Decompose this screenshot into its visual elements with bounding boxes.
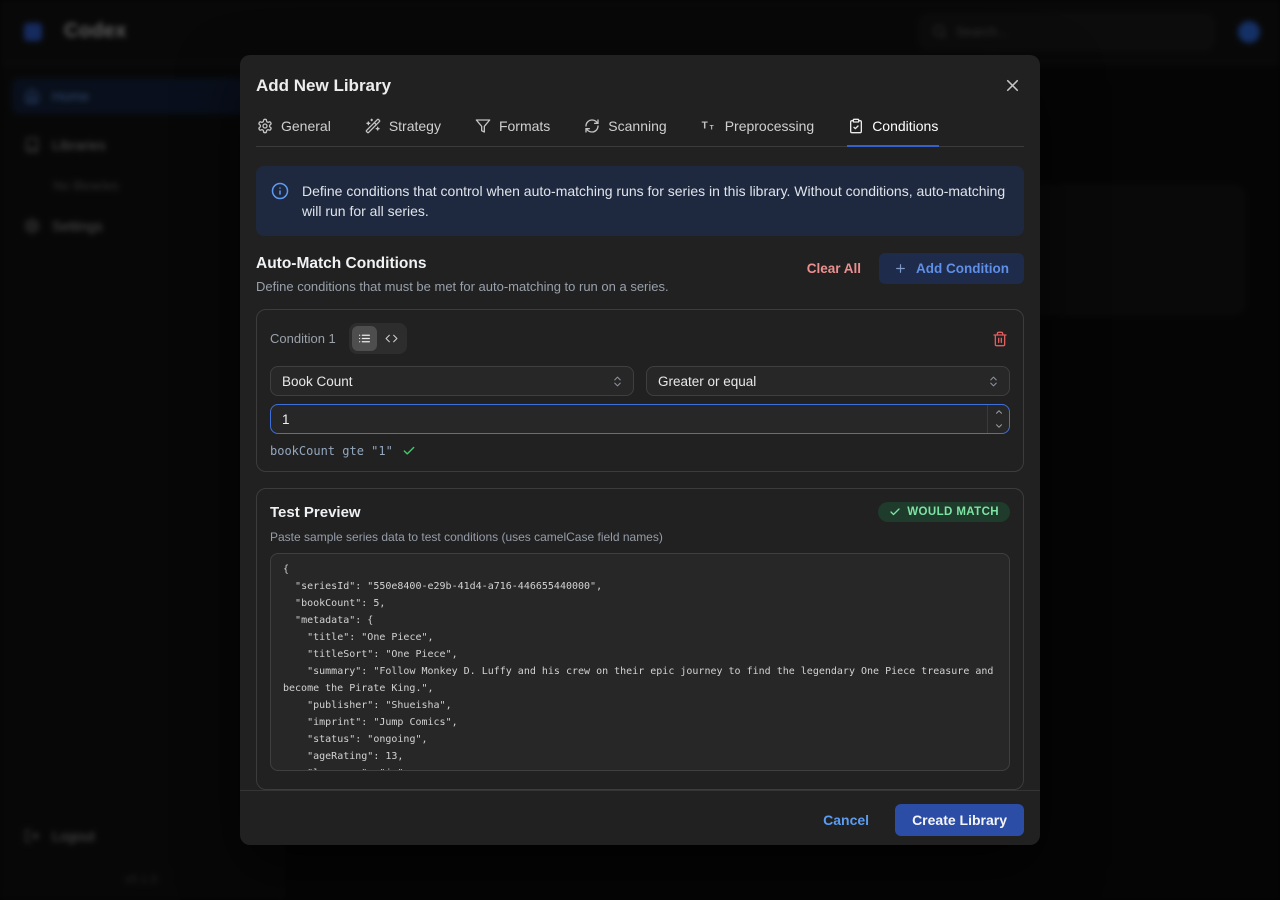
- tab-scanning[interactable]: Scanning: [583, 118, 667, 147]
- condition-expression: bookCount gte "1": [270, 444, 1010, 458]
- check-icon: [402, 444, 416, 458]
- modal-tabs: General Strategy Formats Scanning TT Pre…: [256, 118, 1024, 147]
- plus-icon: [894, 262, 907, 275]
- field-select-value: Book Count: [282, 374, 353, 389]
- test-preview-card: Test Preview WOULD MATCH Paste sample se…: [256, 488, 1024, 790]
- condition-mode-toggle: [349, 323, 407, 354]
- add-library-modal: Add New Library General Strategy Formats: [240, 55, 1040, 845]
- clear-all-button[interactable]: Clear All: [801, 253, 867, 284]
- funnel-icon: [475, 118, 491, 134]
- cancel-button[interactable]: Cancel: [809, 805, 883, 835]
- info-banner-text: Define conditions that control when auto…: [302, 181, 1008, 221]
- would-match-badge: WOULD MATCH: [878, 502, 1010, 522]
- list-icon: [358, 332, 371, 345]
- condition-value-input[interactable]: [271, 405, 987, 433]
- sample-json-textarea[interactable]: { "seriesId": "550e8400-e29b-41d4-a716-4…: [270, 553, 1010, 771]
- info-icon: [271, 181, 289, 221]
- info-banner: Define conditions that control when auto…: [256, 166, 1024, 236]
- conditions-section-subtitle: Define conditions that must be met for a…: [256, 279, 669, 294]
- expression-text: bookCount gte "1": [270, 444, 393, 458]
- tab-conditions[interactable]: Conditions: [847, 118, 939, 147]
- refresh-icon: [584, 118, 600, 134]
- operator-select[interactable]: Greater or equal: [646, 366, 1010, 396]
- chevron-down-icon: [994, 421, 1004, 431]
- operator-select-value: Greater or equal: [658, 374, 756, 389]
- builder-mode-button[interactable]: [352, 326, 377, 351]
- chevrons-up-down-icon: [611, 375, 624, 388]
- tab-label: Strategy: [389, 118, 441, 134]
- condition-card: Condition 1: [256, 309, 1024, 472]
- chevrons-up-down-icon: [987, 375, 1000, 388]
- tab-strategy[interactable]: Strategy: [364, 118, 442, 147]
- tab-general[interactable]: General: [256, 118, 332, 147]
- gear-icon: [257, 118, 273, 134]
- tab-label: Formats: [499, 118, 550, 134]
- chevron-up-icon: [994, 407, 1004, 417]
- close-button[interactable]: [1001, 74, 1024, 97]
- delete-condition-button[interactable]: [990, 329, 1010, 349]
- field-select[interactable]: Book Count: [270, 366, 634, 396]
- check-icon: [889, 506, 901, 518]
- svg-text:T: T: [709, 124, 713, 131]
- create-library-button[interactable]: Create Library: [895, 804, 1024, 836]
- tab-label: Scanning: [608, 118, 666, 134]
- condition-label: Condition 1: [270, 331, 336, 346]
- number-spinner: [987, 405, 1009, 433]
- add-condition-label: Add Condition: [916, 261, 1009, 276]
- code-icon: [385, 332, 398, 345]
- add-condition-button[interactable]: Add Condition: [879, 253, 1024, 284]
- would-match-label: WOULD MATCH: [907, 506, 999, 518]
- spinner-up-button[interactable]: [988, 405, 1009, 419]
- trash-icon: [992, 331, 1008, 347]
- conditions-section-title: Auto-Match Conditions: [256, 255, 669, 273]
- tab-label: Conditions: [872, 118, 938, 134]
- test-preview-title: Test Preview: [270, 504, 361, 521]
- code-mode-button[interactable]: [379, 326, 404, 351]
- tab-label: General: [281, 118, 331, 134]
- spinner-down-button[interactable]: [988, 419, 1009, 433]
- test-preview-subtitle: Paste sample series data to test conditi…: [270, 530, 1010, 544]
- clipboard-check-icon: [848, 118, 864, 134]
- tab-label: Preprocessing: [725, 118, 815, 134]
- close-icon: [1003, 76, 1022, 95]
- wand-icon: [365, 118, 381, 134]
- tab-preprocessing[interactable]: TT Preprocessing: [700, 118, 816, 147]
- type-icon: TT: [701, 118, 717, 134]
- condition-value-field: [270, 404, 1010, 434]
- modal-title: Add New Library: [256, 76, 391, 96]
- tab-formats[interactable]: Formats: [474, 118, 551, 147]
- svg-text:T: T: [701, 121, 707, 132]
